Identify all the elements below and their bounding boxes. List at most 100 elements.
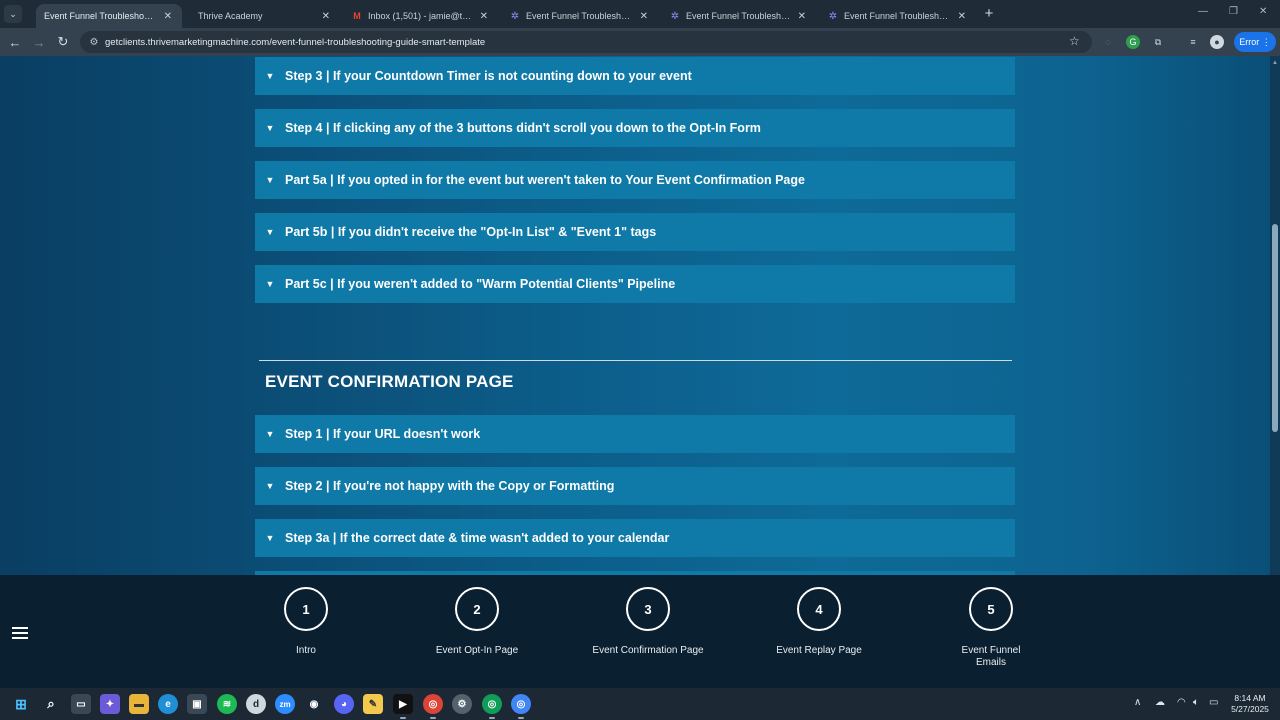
tab-inbox[interactable]: M Inbox (1,501) - jamie@thrive-a ✕ <box>344 4 498 28</box>
settings-gear-icon[interactable]: ⚙ <box>452 694 472 714</box>
gear-icon: ✲ <box>510 10 520 22</box>
nav-step-2[interactable]: 2 Event Opt-In Page <box>417 587 537 657</box>
taskbar: ⊞ ⌕ ▭ ✦ ▬ e ▣ ≋ d zm ◉ ◕ ✎ ▶ ◎ ⚙ ◎ ◎ ∧ ☁… <box>0 688 1280 720</box>
accordion-step-3[interactable]: ▼ Step 3 | If your Countdown Timer is no… <box>255 57 1015 95</box>
accordion-part-5a[interactable]: ▼ Part 5a | If you opted in for the even… <box>255 161 1015 199</box>
reading-list-icon[interactable]: ≡ <box>1186 35 1200 49</box>
file-explorer-icon[interactable]: ▬ <box>129 694 149 714</box>
accordion-confirm-step-3a[interactable]: ▼ Step 3a | If the correct date & time w… <box>255 519 1015 557</box>
notes-icon[interactable]: ✎ <box>363 694 383 714</box>
site-info-icon[interactable]: ⚙ <box>88 36 100 48</box>
wifi-icon[interactable]: ◠ <box>1177 697 1186 708</box>
close-window-icon[interactable]: ✕ <box>1259 6 1267 17</box>
step-navigation: 1 Intro 2 Event Opt-In Page 3 Event Conf… <box>0 575 1280 688</box>
steam-icon[interactable]: ◉ <box>304 694 324 714</box>
close-icon[interactable]: ✕ <box>798 11 806 22</box>
store-icon[interactable]: ▣ <box>187 694 207 714</box>
running-indicator <box>400 717 406 719</box>
tab-search-icon[interactable]: ⌄ <box>4 5 22 23</box>
nav-step-5[interactable]: 5 Event Funnel Emails <box>931 587 1051 669</box>
chrome-icon[interactable]: ◎ <box>423 694 443 714</box>
edge-icon[interactable]: e <box>158 694 178 714</box>
chevron-down-icon: ▼ <box>265 481 275 491</box>
step-label: Event Replay Page <box>776 645 862 656</box>
section-title: EVENT CONFIRMATION PAGE <box>265 372 514 391</box>
battery-icon[interactable]: ▭ <box>1209 697 1218 708</box>
tab-event-funnel-2[interactable]: ✲ Event Funnel Troubleshooting G ✕ <box>502 4 658 28</box>
system-clock[interactable]: 8:14 AM 5/27/2025 <box>1226 693 1274 715</box>
reload-icon[interactable]: ↻ <box>54 33 72 51</box>
task-view-icon[interactable]: ▭ <box>71 694 91 714</box>
zoom-icon[interactable]: zm <box>275 694 295 714</box>
accordion-confirm-step-1[interactable]: ▼ Step 1 | If your URL doesn't work <box>255 415 1015 453</box>
nav-step-3[interactable]: 3 Event Confirmation Page <box>588 587 708 657</box>
accordion-part-5c[interactable]: ▼ Part 5c | If you weren't added to "War… <box>255 265 1015 303</box>
volume-icon[interactable]: 🔈︎ <box>1193 697 1199 708</box>
accordion-label: Part 5a | If you opted in for the event … <box>285 173 805 187</box>
chevron-down-icon: ▼ <box>265 429 275 439</box>
hamburger-menu-icon[interactable] <box>12 627 28 640</box>
tab-strip: ⌄ Event Funnel Troubleshooting G ✕ Thriv… <box>0 0 1280 28</box>
accordion-label: Part 5c | If you weren't added to "Warm … <box>285 277 676 291</box>
extension-icon[interactable]: ◌ <box>1101 35 1115 49</box>
back-icon[interactable]: ← <box>6 33 24 51</box>
tab-title: Event Funnel Troubleshooting G <box>44 11 158 21</box>
search-icon[interactable]: ⌕ <box>41 694 61 714</box>
cloud-icon[interactable]: ☁ <box>1155 697 1165 708</box>
close-icon[interactable]: ✕ <box>640 11 648 22</box>
step-number: 5 <box>969 587 1013 631</box>
scrollbar-thumb[interactable] <box>1272 224 1278 432</box>
chrome-profile-2-icon[interactable]: ◎ <box>511 694 531 714</box>
bookmark-star-icon[interactable]: ☆ <box>1069 34 1080 48</box>
extensions-puzzle-icon[interactable]: ⧉ <box>1151 35 1165 49</box>
new-tab-icon[interactable]: + <box>980 4 998 22</box>
scroll-up-icon[interactable]: ▲ <box>1272 60 1278 66</box>
discord-icon[interactable]: ◕ <box>334 694 354 714</box>
browser-toolbar: ← → ↻ ⚙ getclients.thrivemarketingmachin… <box>0 28 1280 56</box>
tab-event-funnel-4[interactable]: ✲ Event Funnel Troubleshooting G ✕ <box>820 4 976 28</box>
url-text[interactable]: getclients.thrivemarketingmachine.com/ev… <box>105 37 485 48</box>
accordion-part-5b[interactable]: ▼ Part 5b | If you didn't receive the "O… <box>255 213 1015 251</box>
gmail-icon: M <box>353 11 361 21</box>
nav-step-4[interactable]: 4 Event Replay Page <box>759 587 879 657</box>
copilot-icon[interactable]: ✦ <box>100 694 120 714</box>
accordion-label: Step 4 | If clicking any of the 3 button… <box>285 121 761 135</box>
app-d-icon[interactable]: d <box>246 694 266 714</box>
forward-icon[interactable]: → <box>30 33 48 51</box>
section-divider <box>259 360 1012 361</box>
grammarly-icon[interactable]: G <box>1126 35 1140 49</box>
step-label: Event Funnel Emails <box>961 645 1021 668</box>
close-icon[interactable]: ✕ <box>164 11 172 22</box>
spotify-icon[interactable]: ≋ <box>217 694 237 714</box>
tab-title: Event Funnel Troubleshooting G <box>526 11 634 21</box>
accordion-label: Step 3 | If your Countdown Timer is not … <box>285 69 692 83</box>
step-label: Intro <box>295 645 316 656</box>
chevron-down-icon: ▼ <box>265 175 275 185</box>
clock-date: 5/27/2025 <box>1231 704 1269 714</box>
chevron-down-icon: ▼ <box>265 71 275 81</box>
profile-avatar-icon[interactable]: ● <box>1210 35 1224 49</box>
close-icon[interactable]: ✕ <box>958 11 966 22</box>
tab-event-funnel-3[interactable]: ✲ Event Funnel Troubleshooting G ✕ <box>662 4 816 28</box>
accordion-step-4[interactable]: ▼ Step 4 | If clicking any of the 3 butt… <box>255 109 1015 147</box>
restore-icon[interactable]: ❐ <box>1229 6 1238 17</box>
tab-title: Event Funnel Troubleshooting G <box>686 11 792 21</box>
gear-icon: ✲ <box>670 10 680 22</box>
tab-event-funnel-1[interactable]: Event Funnel Troubleshooting G ✕ <box>36 4 182 28</box>
error-button[interactable]: Error ⋮ <box>1234 32 1276 52</box>
running-indicator <box>430 717 436 719</box>
tab-thrive-academy[interactable]: Thrive Academy ✕ <box>190 4 340 28</box>
close-icon[interactable]: ✕ <box>480 11 488 22</box>
chrome-profile-icon[interactable]: ◎ <box>482 694 502 714</box>
show-hidden-icons-icon[interactable]: ∧ <box>1134 697 1141 708</box>
accordion-label: Step 2 | If you're not happy with the Co… <box>285 479 615 493</box>
accordion-confirm-step-2[interactable]: ▼ Step 2 | If you're not happy with the … <box>255 467 1015 505</box>
close-icon[interactable]: ✕ <box>322 11 330 22</box>
nav-step-1[interactable]: 1 Intro <box>246 587 366 657</box>
windows-start-icon[interactable]: ⊞ <box>11 694 31 714</box>
page-scrollbar[interactable]: ▲ <box>1270 56 1280 575</box>
step-number: 3 <box>626 587 670 631</box>
minimize-icon[interactable]: — <box>1198 6 1208 17</box>
step-number: 2 <box>455 587 499 631</box>
terminal-icon[interactable]: ▶ <box>393 694 413 714</box>
